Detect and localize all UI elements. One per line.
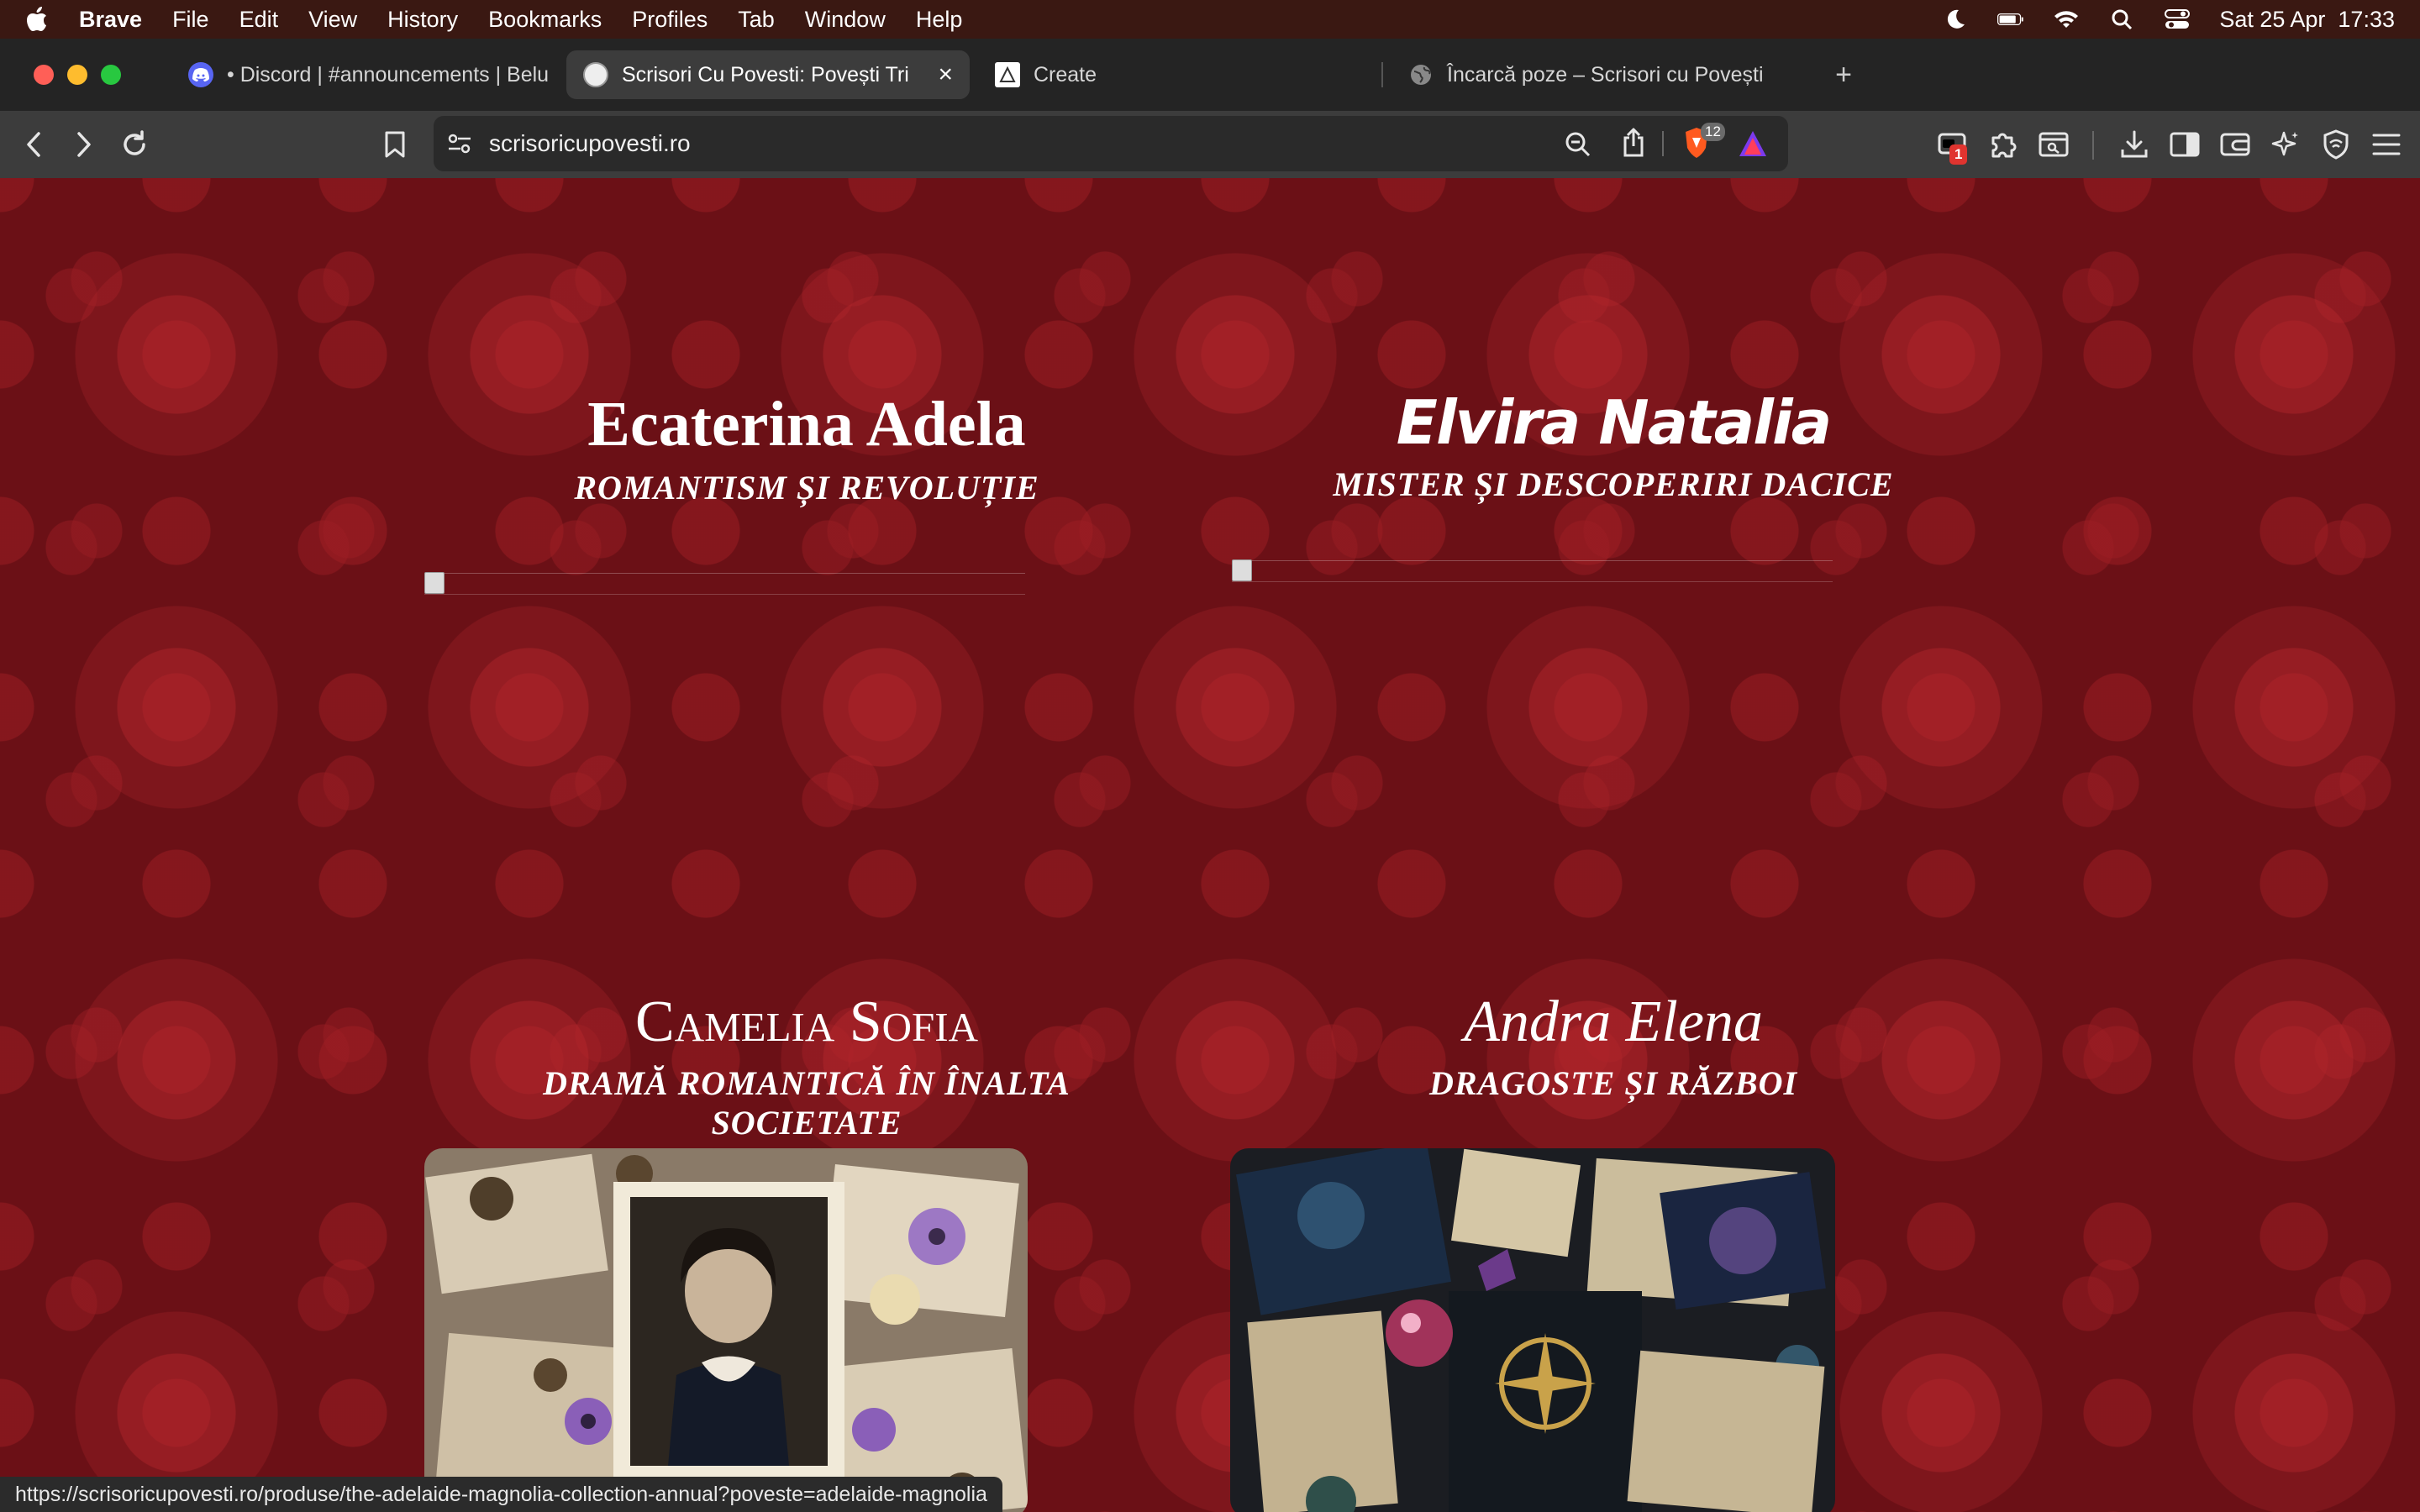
tab-title: • Discord | #announcements | Belu bbox=[227, 62, 550, 87]
broken-image-icon bbox=[1232, 559, 1252, 581]
close-window-button[interactable] bbox=[34, 65, 54, 85]
tab-discord[interactable]: • Discord | #announcements | Belu bbox=[171, 50, 558, 99]
tab-title: Încarcă poze – Scrisori cu Povești bbox=[1447, 62, 1764, 87]
card-subtitle: ROMANTISM ȘI REVOLUȚIE bbox=[574, 469, 1039, 507]
maximize-window-button[interactable] bbox=[101, 65, 121, 85]
create-icon bbox=[995, 62, 1020, 87]
story-card-elvira-natalia[interactable]: Elvira Natalia MISTER ȘI DESCOPERIRI DAC… bbox=[1311, 392, 1916, 504]
minimize-window-button[interactable] bbox=[67, 65, 87, 85]
shields-count-badge: 12 bbox=[1701, 123, 1725, 141]
control-center-icon[interactable] bbox=[2164, 8, 2191, 31]
brave-rewards-icon[interactable] bbox=[1738, 129, 1768, 162]
spotlight-search-icon[interactable] bbox=[2108, 8, 2135, 31]
story-photo-astronomy[interactable] bbox=[1230, 1148, 1835, 1512]
url-bar-divider bbox=[1662, 131, 1664, 156]
sidebar-toggle-icon[interactable] bbox=[2165, 124, 2205, 165]
zoom-out-icon[interactable] bbox=[1565, 131, 1591, 162]
menu-file[interactable]: File bbox=[172, 7, 209, 33]
menu-history[interactable]: History bbox=[387, 7, 458, 33]
card-title[interactable]: Camelia Sofia bbox=[504, 993, 1109, 1052]
menu-window[interactable]: Window bbox=[805, 7, 886, 33]
broken-image[interactable] bbox=[1232, 559, 1833, 582]
card-subtitle: MISTER ȘI DESCOPERIRI DACICE bbox=[1333, 465, 1894, 503]
card-title[interactable]: Andra Elena bbox=[1311, 993, 1916, 1052]
menu-help[interactable]: Help bbox=[916, 7, 963, 33]
page-content: Ecaterina Adela ROMANTISM ȘI REVOLUȚIE E… bbox=[0, 178, 2420, 1512]
story-card-andra-elena[interactable]: Andra Elena DRAGOSTE ȘI RĂZBOI bbox=[1311, 993, 1916, 1103]
menu-profiles[interactable]: Profiles bbox=[632, 7, 708, 33]
menu-bookmarks[interactable]: Bookmarks bbox=[488, 7, 602, 33]
vpn-shield-icon[interactable] bbox=[2316, 124, 2356, 165]
story-card-camelia-sofia[interactable]: Camelia Sofia DRAMĂ ROMANTICĂ ÎN ÎNALTA … bbox=[504, 993, 1109, 1142]
share-icon[interactable] bbox=[1622, 128, 1645, 162]
card-subtitle: DRAGOSTE ȘI RĂZBOI bbox=[1428, 1064, 1798, 1102]
story-photo-portrait[interactable] bbox=[424, 1148, 1028, 1512]
tab-separator bbox=[1381, 62, 1383, 87]
menu-edit[interactable]: Edit bbox=[239, 7, 279, 33]
back-button[interactable] bbox=[13, 124, 54, 165]
card-subtitle: DRAMĂ ROMANTICĂ ÎN ÎNALTA SOCIETATE bbox=[543, 1064, 1071, 1142]
moon-icon[interactable] bbox=[1942, 8, 1969, 31]
card-title[interactable]: Ecaterina Adela bbox=[504, 392, 1109, 456]
close-tab-icon[interactable]: × bbox=[938, 60, 953, 89]
wallet-icon[interactable] bbox=[2215, 124, 2255, 165]
new-tab-button[interactable]: + bbox=[1823, 55, 1864, 95]
bookmark-button[interactable] bbox=[375, 124, 415, 165]
toolbar-divider bbox=[2092, 131, 2094, 160]
menu-tab[interactable]: Tab bbox=[738, 7, 775, 33]
downloads-icon[interactable] bbox=[2114, 124, 2154, 165]
story-card-ecaterina-adela[interactable]: Ecaterina Adela ROMANTISM ȘI REVOLUȚIE bbox=[504, 392, 1109, 507]
address-bar[interactable]: scrisoricupovesti.ro 12 bbox=[434, 116, 1788, 171]
tab-incarca-poze[interactable]: Încarcă poze – Scrisori cu Povești bbox=[1392, 50, 1812, 99]
reader-mode-icon[interactable] bbox=[2033, 124, 2074, 165]
wifi-icon[interactable] bbox=[2053, 8, 2080, 31]
menu-view[interactable]: View bbox=[308, 7, 357, 33]
site-favicon bbox=[583, 62, 608, 87]
menu-app-name[interactable]: Brave bbox=[79, 7, 142, 33]
broken-image[interactable] bbox=[424, 572, 1025, 595]
apple-icon[interactable] bbox=[25, 6, 49, 33]
tab-scrisori-cu-povesti[interactable]: Scrisori Cu Povesti: Povești Tri × bbox=[566, 50, 970, 99]
site-settings-icon[interactable] bbox=[447, 132, 474, 155]
reload-button[interactable] bbox=[114, 124, 155, 165]
window-controls bbox=[34, 65, 121, 85]
macos-menu-bar: Brave File Edit View History Bookmarks P… bbox=[0, 0, 2420, 39]
card-title[interactable]: Elvira Natalia bbox=[1311, 392, 1916, 453]
main-menu-icon[interactable] bbox=[2366, 124, 2407, 165]
browser-toolbar: scrisoricupovesti.ro 12 1 bbox=[0, 111, 2420, 178]
tab-title: Create bbox=[1034, 62, 1097, 87]
tab-strip: • Discord | #announcements | Belu Scriso… bbox=[0, 39, 2420, 111]
forward-button[interactable] bbox=[64, 124, 104, 165]
clock-datetime[interactable]: Sat 25 Apr 17:33 bbox=[2219, 7, 2395, 33]
discord-icon bbox=[188, 62, 213, 87]
link-status-bar: https://scrisoricupovesti.ro/produse/the… bbox=[0, 1477, 1002, 1512]
broken-image-icon bbox=[424, 572, 445, 594]
extensions-puzzle-icon[interactable] bbox=[1983, 124, 2023, 165]
globe-icon bbox=[1408, 62, 1434, 87]
url-text[interactable]: scrisoricupovesti.ro bbox=[489, 130, 691, 157]
extension-badge: 1 bbox=[1949, 144, 1968, 165]
tab-create[interactable]: Create bbox=[978, 50, 1381, 99]
battery-icon[interactable] bbox=[1997, 8, 2024, 31]
tab-title: Scrisori Cu Povesti: Povești Tri bbox=[622, 62, 909, 87]
leo-ai-icon[interactable] bbox=[2265, 124, 2306, 165]
